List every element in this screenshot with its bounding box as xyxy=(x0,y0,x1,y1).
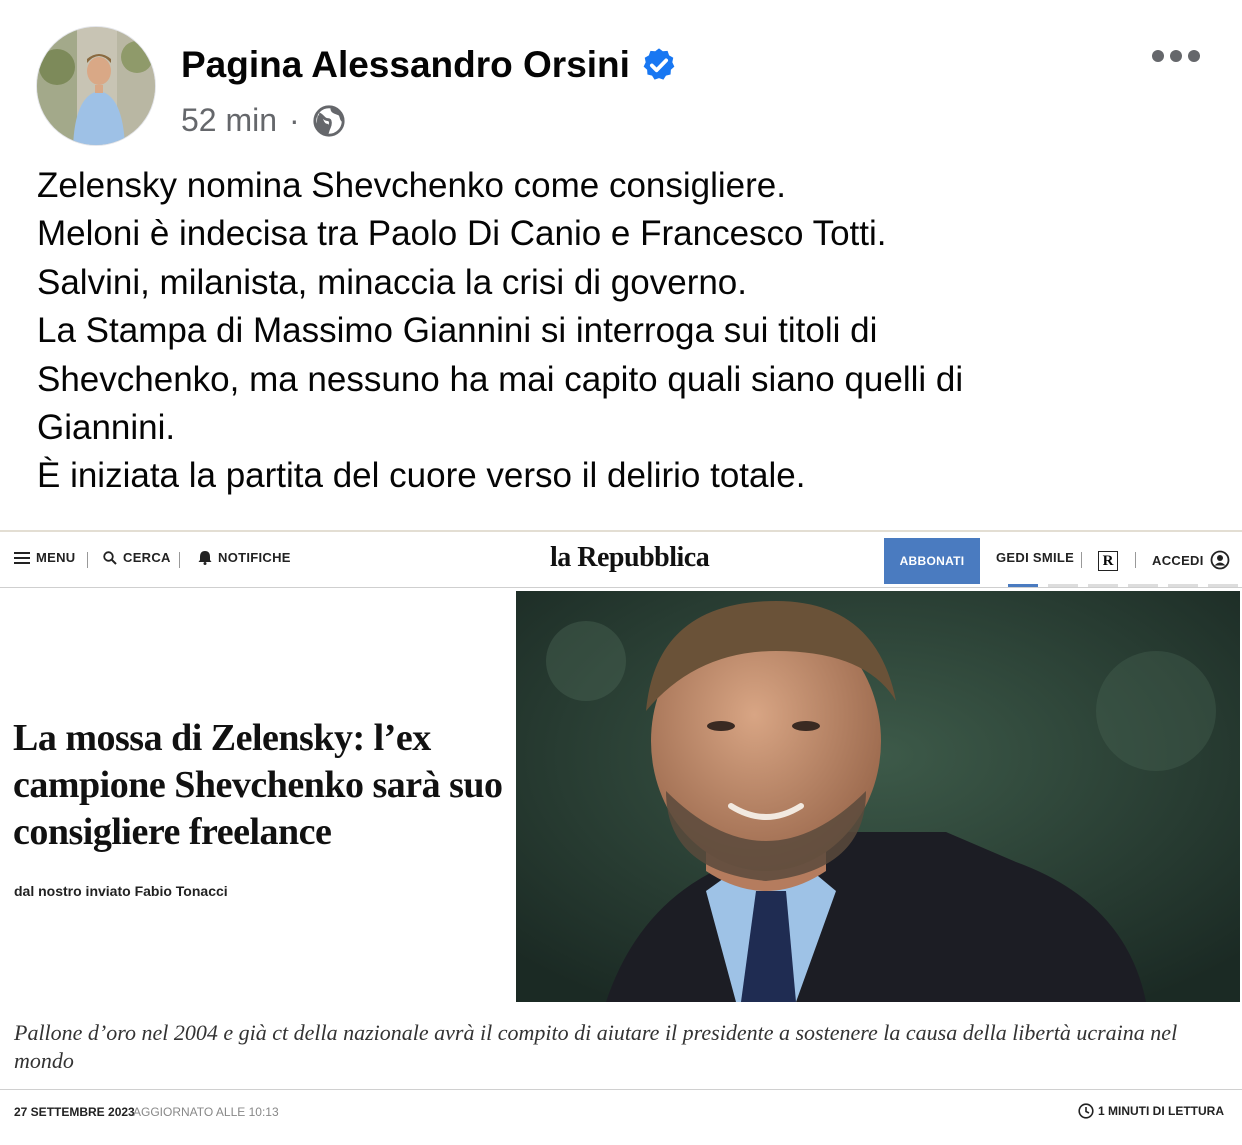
repubblica-logo[interactable]: la Repubblica xyxy=(550,542,710,574)
post-line: È iniziata la partita del cuore verso il… xyxy=(37,456,806,496)
menu-label: MENU xyxy=(36,550,76,565)
shared-image[interactable]: MENU CERCA NOTIFICHE la Repubblica ABBON… xyxy=(0,530,1242,1145)
clock-icon xyxy=(1078,1103,1094,1119)
more-options-icon[interactable] xyxy=(1152,46,1202,66)
bell-icon xyxy=(198,551,212,565)
shevchenko-photo xyxy=(516,591,1240,1002)
avatar-image xyxy=(37,27,155,145)
tab-indicator xyxy=(1048,584,1078,587)
more-dot xyxy=(1152,50,1164,62)
nav-divider xyxy=(1135,552,1136,568)
notifications-label: NOTIFICHE xyxy=(218,550,291,565)
post-header: Pagina Alessandro Orsini 52 min · xyxy=(36,26,1216,150)
tab-indicator xyxy=(1128,584,1158,587)
subscribe-button[interactable]: ABBONATI xyxy=(884,538,980,584)
article-date: 27 SETTEMBRE 2023 xyxy=(14,1105,135,1119)
post-line: Zelensky nomina Shevchenko come consigli… xyxy=(37,166,786,205)
nav-divider xyxy=(179,552,180,568)
post-line: La Stampa di Massimo Giannini si interro… xyxy=(37,311,878,351)
r-badge-icon[interactable]: R xyxy=(1098,551,1118,571)
author-name[interactable]: Pagina Alessandro Orsini xyxy=(181,44,678,86)
nav-divider xyxy=(1081,552,1082,568)
author-name-text[interactable]: Pagina Alessandro Orsini xyxy=(181,44,630,86)
post-text: Zelensky nomina Shevchenko come consigli… xyxy=(37,162,1217,501)
post-line: Salvini, milanista, minaccia la crisi di… xyxy=(37,262,747,302)
globe-icon[interactable] xyxy=(312,104,346,138)
post-time[interactable]: 52 min xyxy=(181,102,277,139)
tab-indicator xyxy=(1208,584,1238,587)
search-label: CERCA xyxy=(123,550,171,565)
post-line: Meloni è indecisa tra Paolo Di Canio e F… xyxy=(37,214,887,254)
article-byline: dal nostro inviato Fabio Tonacci xyxy=(14,883,228,899)
post-line: Giannini. xyxy=(37,408,176,448)
tab-indicator xyxy=(1168,584,1198,587)
verified-badge-icon xyxy=(643,48,675,80)
tab-indicator xyxy=(1008,584,1038,587)
hamburger-icon xyxy=(14,551,30,564)
login-label: ACCEDI xyxy=(1152,552,1204,568)
article-headline: La mossa di Zelensky: l’ex campione Shev… xyxy=(13,717,503,853)
gedi-smile-label: GEDI SMILE xyxy=(996,550,1075,565)
more-dot xyxy=(1170,50,1182,62)
user-icon xyxy=(1210,550,1230,570)
footer-divider xyxy=(0,1089,1242,1090)
menu-button[interactable]: MENU xyxy=(14,550,75,565)
article-subtitle: Pallone d’oro nel 2004 e già ct della na… xyxy=(14,1020,1178,1073)
post-line: Shevchenko, ma nessuno ha mai capito qua… xyxy=(37,359,964,399)
notifications-button[interactable]: NOTIFICHE xyxy=(198,550,291,565)
article-photo xyxy=(516,591,1240,1002)
article-updated: AGGIORNATO ALLE 10:13 xyxy=(133,1105,279,1119)
meta-separator: · xyxy=(289,102,300,138)
more-dot xyxy=(1188,50,1200,62)
search-button[interactable]: CERCA xyxy=(103,550,171,565)
author-avatar[interactable] xyxy=(36,26,156,146)
read-time-label: 1 MINUTI DI LETTURA xyxy=(1098,1104,1224,1118)
article-nav-bar: MENU CERCA NOTIFICHE la Repubblica ABBON… xyxy=(0,534,1242,588)
tab-indicator xyxy=(1088,584,1118,587)
search-icon xyxy=(103,550,117,565)
gedi-smile-link[interactable]: GEDI SMILE xyxy=(996,550,1074,565)
read-time: 1 MINUTI DI LETTURA xyxy=(1078,1103,1224,1119)
nav-divider xyxy=(87,552,88,568)
login-button[interactable]: ACCEDI xyxy=(1152,550,1230,570)
post-meta: 52 min · xyxy=(181,102,346,139)
